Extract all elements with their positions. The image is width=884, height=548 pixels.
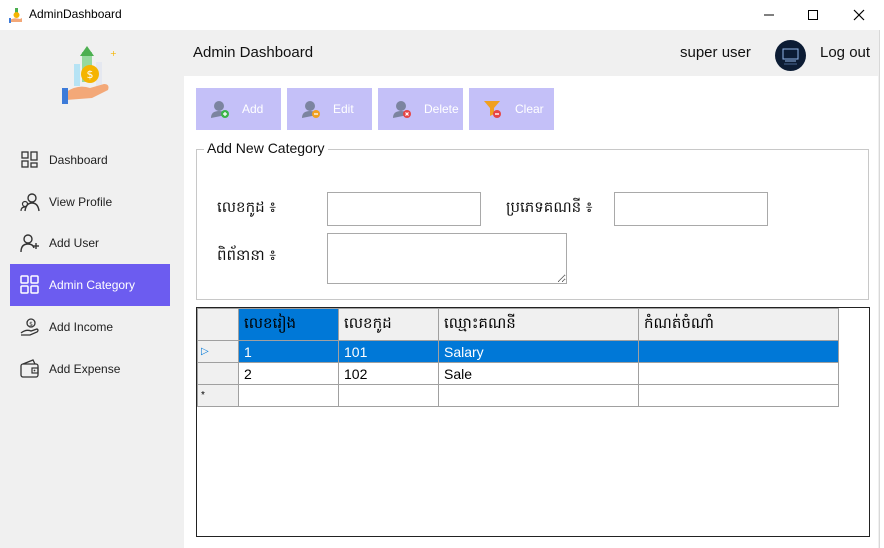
description-field[interactable]: [327, 233, 567, 284]
sidebar-item-admin-category[interactable]: Admin Category: [10, 264, 170, 306]
wallet-icon: [20, 359, 40, 379]
avatar[interactable]: [775, 40, 806, 71]
sidebar-item-add-user[interactable]: Add User: [10, 222, 170, 264]
app-window: AdminDashboard $ + Dashboard View Profil…: [0, 0, 884, 548]
sidebar-item-label: Dashboard: [49, 153, 108, 167]
sidebar-item-label: View Profile: [49, 195, 113, 209]
table-cell[interactable]: [238, 384, 339, 407]
maximize-icon: [808, 10, 818, 20]
sidebar-item-label: Add Expense: [49, 362, 121, 376]
sidebar-item-label: Add User: [49, 236, 100, 250]
category-table: លេខរៀង លេខកូដ ឈ្មោះគណនី កំណត់ចំណាំ ▷ 1 1…: [197, 308, 839, 407]
clear-label: Clear: [515, 102, 544, 116]
description-label: ពិព័នានា ៖: [217, 246, 276, 264]
column-header[interactable]: លេខកូដ: [338, 308, 439, 341]
delete-label: Delete: [424, 102, 459, 116]
minimize-icon: [764, 14, 774, 16]
user-name: super user: [680, 44, 751, 61]
clear-filter-icon: [483, 99, 503, 119]
account-type-field[interactable]: [614, 192, 768, 226]
table-cell[interactable]: 2: [238, 362, 339, 385]
table-cell[interactable]: [638, 362, 839, 385]
window-title: AdminDashboard: [29, 7, 122, 21]
category-grid-icon: [20, 275, 40, 295]
logout-link[interactable]: Log out: [820, 44, 870, 61]
add-button[interactable]: Add: [196, 88, 281, 130]
sidebar-item-add-income[interactable]: $ Add Income: [10, 306, 170, 348]
dashboard-icon: [20, 150, 40, 170]
sidebar-item-dashboard[interactable]: Dashboard: [10, 139, 170, 181]
table-cell[interactable]: Sale: [438, 362, 639, 385]
table-cell[interactable]: 1: [238, 340, 339, 363]
account-type-label: ប្រភេទគណនី ៖: [506, 198, 593, 216]
title-bar: AdminDashboard: [0, 0, 884, 30]
table-cell[interactable]: [338, 384, 439, 407]
table-header-row: លេខរៀង លេខកូដ ឈ្មោះគណនី កំណត់ចំណាំ: [197, 308, 839, 341]
selected-row-marker[interactable]: ▷: [197, 340, 239, 363]
delete-user-icon: [392, 99, 412, 119]
row-header-corner: [197, 308, 239, 341]
column-header[interactable]: កំណត់ចំណាំ: [638, 308, 839, 341]
edit-button[interactable]: Edit: [287, 88, 372, 130]
category-grid[interactable]: លេខរៀង លេខកូដ ឈ្មោះគណនី កំណត់ចំណាំ ▷ 1 1…: [196, 307, 870, 537]
svg-text:$: $: [29, 321, 33, 328]
table-cell[interactable]: Salary: [438, 340, 639, 363]
new-row[interactable]: *: [197, 384, 839, 407]
profile-icon: [20, 192, 40, 212]
table-cell[interactable]: [638, 340, 839, 363]
table-row[interactable]: 2 102 Sale: [197, 362, 839, 385]
minimize-button[interactable]: [746, 0, 792, 30]
app-icon: [8, 6, 24, 24]
table-cell[interactable]: [638, 384, 839, 407]
add-label: Add: [242, 102, 264, 116]
add-user-badge-icon: [210, 99, 230, 119]
window-edge: [879, 30, 884, 548]
income-icon: $: [20, 317, 40, 337]
row-header[interactable]: [197, 362, 239, 385]
money-hand-icon: $ +: [60, 44, 117, 108]
close-button[interactable]: [836, 0, 882, 30]
svg-text:+: +: [110, 49, 116, 58]
code-label: លេខកូដ ៖: [217, 198, 276, 216]
new-row-marker[interactable]: *: [197, 384, 239, 407]
group-legend: Add New Category: [204, 140, 328, 156]
sidebar-item-add-expense[interactable]: Add Expense: [10, 348, 170, 390]
edit-user-icon: [301, 99, 321, 119]
column-header[interactable]: លេខរៀង: [238, 308, 339, 341]
page-title: Admin Dashboard: [193, 44, 314, 61]
table-cell[interactable]: [438, 384, 639, 407]
maximize-button[interactable]: [790, 0, 836, 30]
table-cell[interactable]: 101: [338, 340, 439, 363]
sidebar: $ + Dashboard View Profile Add User Admi…: [0, 30, 184, 548]
column-header[interactable]: ឈ្មោះគណនី: [438, 308, 639, 341]
table-row[interactable]: ▷ 1 101 Salary: [197, 340, 839, 363]
edit-label: Edit: [333, 102, 354, 116]
svg-text:$: $: [87, 68, 94, 81]
sidebar-item-label: Admin Category: [49, 278, 136, 292]
sidebar-item-view-profile[interactable]: View Profile: [10, 181, 170, 223]
sidebar-item-label: Add Income: [49, 320, 114, 334]
clear-button[interactable]: Clear: [469, 88, 554, 130]
add-user-icon: [20, 233, 40, 253]
code-field[interactable]: [327, 192, 481, 226]
close-icon: [853, 9, 865, 21]
delete-button[interactable]: Delete: [378, 88, 463, 130]
table-cell[interactable]: 102: [338, 362, 439, 385]
